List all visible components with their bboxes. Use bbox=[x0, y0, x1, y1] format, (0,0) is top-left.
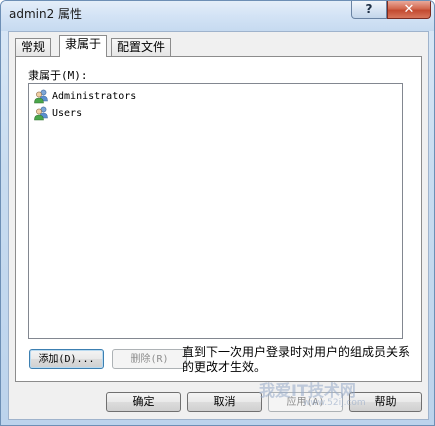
properties-window: admin2 属性 ? ✕ 常规 隶属于 配置文件 隶属于(M): Admini… bbox=[0, 0, 435, 426]
ok-button[interactable]: 确定 bbox=[106, 392, 181, 412]
list-item-users[interactable]: Users bbox=[33, 105, 82, 121]
add-button[interactable]: 添加(D)... bbox=[29, 349, 104, 369]
tab-member-of[interactable]: 隶属于 bbox=[59, 35, 108, 57]
window-title: admin2 属性 bbox=[9, 7, 83, 21]
member-of-panel: 隶属于(M): Administrators Users 添加(D)... 删除… bbox=[15, 56, 422, 382]
group-icon bbox=[34, 89, 48, 104]
title-bar[interactable]: admin2 属性 ? ✕ bbox=[1, 1, 434, 31]
tab-profile[interactable]: 配置文件 bbox=[111, 38, 172, 56]
member-of-listbox[interactable]: Administrators Users bbox=[28, 83, 403, 339]
remove-button-label: 删除(R) bbox=[130, 354, 169, 365]
cancel-button[interactable]: 取消 bbox=[187, 392, 262, 412]
membership-change-note: 直到下一次用户登录时对用户的组成员关系的更改才生效。 bbox=[182, 345, 411, 374]
group-icon bbox=[34, 106, 48, 121]
watermark-url: www.52ij.com bbox=[303, 398, 366, 408]
add-button-label: 添加(D)... bbox=[38, 354, 95, 365]
remove-button[interactable]: 删除(R) bbox=[112, 349, 187, 369]
member-of-label: 隶属于(M): bbox=[28, 69, 88, 82]
tab-general[interactable]: 常规 bbox=[15, 38, 52, 56]
dialog-client-area: 常规 隶属于 配置文件 隶属于(M): Administrators Users… bbox=[8, 31, 429, 420]
list-item-administrators[interactable]: Administrators bbox=[33, 88, 136, 104]
list-item-label: Users bbox=[52, 107, 83, 119]
list-item-label: Administrators bbox=[52, 90, 137, 102]
title-help-button[interactable]: ? bbox=[351, 1, 387, 19]
title-close-button[interactable]: ✕ bbox=[387, 1, 431, 19]
